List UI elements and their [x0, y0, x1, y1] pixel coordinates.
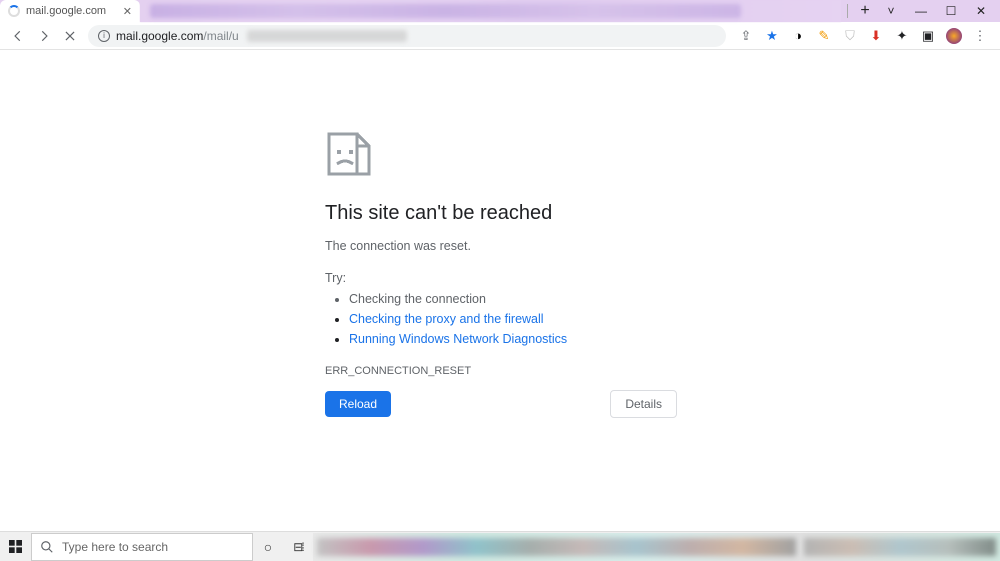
error-suggestions-list: Checking the connection Checking the pro…	[325, 289, 677, 349]
tab-strip: mail.google.com ✕ + ˅ — ☐ ✕	[0, 0, 1000, 22]
window-maximize-button[interactable]: ☐	[936, 0, 966, 22]
address-bar[interactable]: i mail.google.com/mail/u	[88, 25, 726, 47]
system-tray-blurred[interactable]	[800, 533, 1000, 561]
tabs-dropdown-button[interactable]: ˅	[876, 0, 906, 22]
browser-tab-active[interactable]: mail.google.com ✕	[0, 0, 140, 22]
tab-close-button[interactable]: ✕	[123, 5, 132, 18]
taskbar-search-box[interactable]: Type here to search	[31, 533, 253, 561]
cortana-button[interactable]: ○	[253, 532, 283, 561]
page-content: This site can't be reached The connectio…	[0, 50, 1000, 531]
window-minimize-button[interactable]: —	[906, 0, 936, 22]
details-button[interactable]: Details	[610, 390, 677, 418]
sad-page-icon	[325, 130, 373, 178]
search-placeholder: Type here to search	[62, 540, 168, 554]
nav-stop-button[interactable]	[58, 24, 82, 48]
window-close-button[interactable]: ✕	[966, 0, 996, 22]
extension-icon-1[interactable]: ◑	[790, 28, 806, 44]
side-panel-icon[interactable]: ▣	[920, 28, 936, 44]
windows-taskbar: Type here to search ○ ⊟⁞	[0, 531, 1000, 561]
error-try-label: Try:	[325, 271, 677, 285]
extension-icon-2[interactable]: ✎	[816, 28, 832, 44]
tab-title: mail.google.com	[26, 5, 106, 17]
new-tab-button[interactable]: +	[854, 0, 876, 22]
other-tabs-blurred[interactable]	[140, 0, 841, 22]
nav-back-button[interactable]	[6, 24, 30, 48]
proxy-firewall-link[interactable]: Checking the proxy and the firewall	[349, 312, 544, 326]
browser-toolbar: i mail.google.com/mail/u ⇪ ★ ◑ ✎ ⛉ ⬇ ✦ ▣…	[0, 22, 1000, 50]
search-icon	[40, 540, 54, 554]
extension-icon-4[interactable]: ⬇	[868, 28, 884, 44]
url-blurred-portion	[247, 30, 407, 42]
site-info-icon[interactable]: i	[98, 30, 110, 42]
error-code: ERR_CONNECTION_RESET	[325, 365, 677, 377]
bookmark-star-icon[interactable]: ★	[764, 28, 780, 44]
profile-avatar-icon[interactable]	[946, 28, 962, 44]
start-button[interactable]	[0, 532, 30, 561]
error-title: This site can't be reached	[325, 202, 677, 225]
loading-spinner-icon	[8, 5, 20, 17]
suggestion-item: Checking the connection	[349, 289, 677, 309]
tab-separator	[847, 4, 848, 18]
extensions-puzzle-icon[interactable]: ✦	[894, 28, 910, 44]
suggestion-item: Checking the proxy and the firewall	[349, 309, 677, 329]
taskbar-apps-blurred[interactable]	[313, 533, 800, 561]
error-subtitle: The connection was reset.	[325, 239, 677, 253]
suggestion-item: Running Windows Network Diagnostics	[349, 329, 677, 349]
network-diagnostics-link[interactable]: Running Windows Network Diagnostics	[349, 332, 567, 346]
chrome-menu-icon[interactable]: ⋮	[972, 28, 988, 44]
url-text: mail.google.com/mail/u	[116, 29, 239, 43]
share-icon[interactable]: ⇪	[738, 28, 754, 44]
task-view-button[interactable]: ⊟⁞	[283, 532, 313, 561]
reload-button[interactable]: Reload	[325, 391, 391, 417]
extension-icon-3[interactable]: ⛉	[842, 28, 858, 44]
nav-forward-button[interactable]	[32, 24, 56, 48]
